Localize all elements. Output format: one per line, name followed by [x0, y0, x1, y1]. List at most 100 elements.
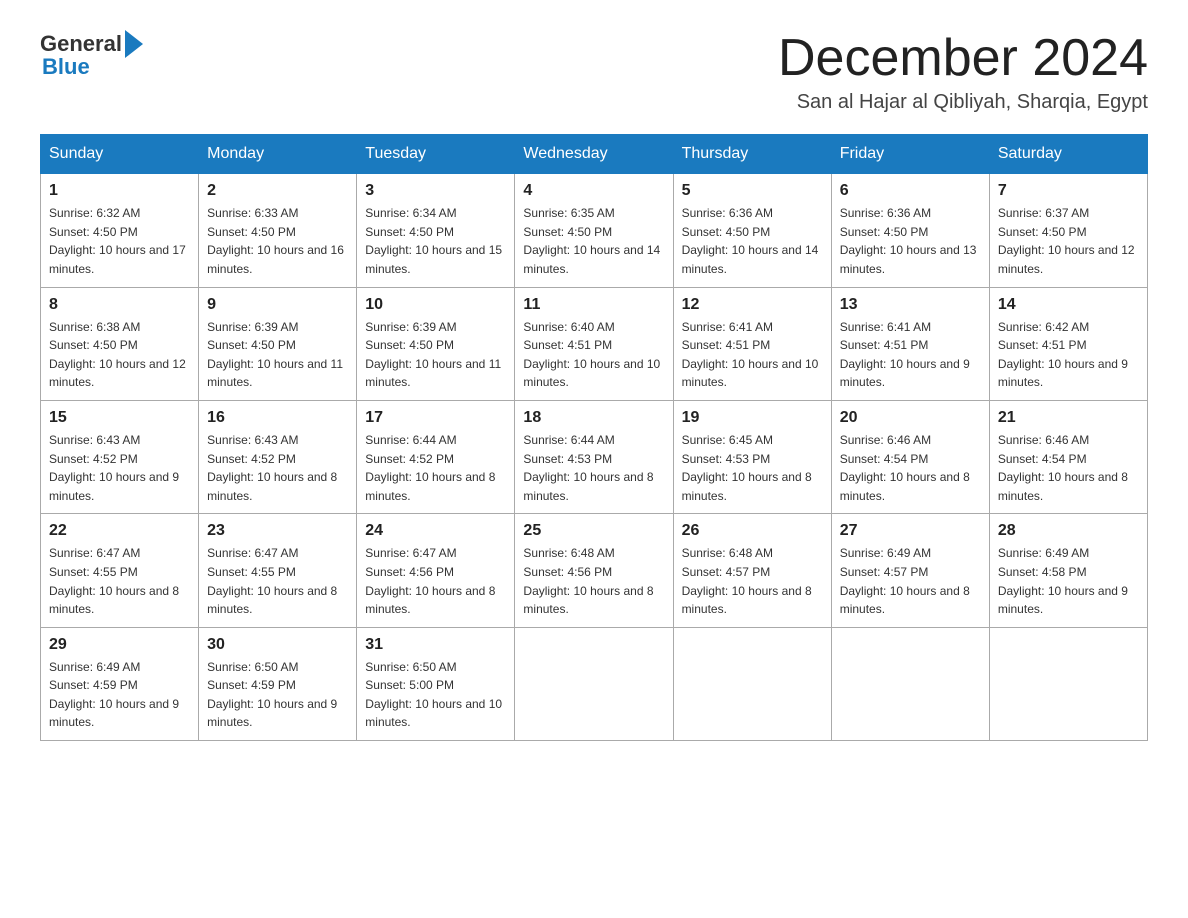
day-info: Sunrise: 6:41 AMSunset: 4:51 PMDaylight:…: [682, 318, 823, 392]
day-info: Sunrise: 6:36 AMSunset: 4:50 PMDaylight:…: [682, 204, 823, 278]
day-info: Sunrise: 6:39 AMSunset: 4:50 PMDaylight:…: [207, 318, 348, 392]
day-info: Sunrise: 6:47 AMSunset: 4:56 PMDaylight:…: [365, 544, 506, 618]
weekday-header-friday: Friday: [831, 135, 989, 174]
day-number: 4: [523, 182, 664, 200]
calendar-day-cell: 12 Sunrise: 6:41 AMSunset: 4:51 PMDayligh…: [673, 287, 831, 400]
calendar-table: SundayMondayTuesdayWednesdayThursdayFrid…: [40, 134, 1148, 741]
day-info: Sunrise: 6:45 AMSunset: 4:53 PMDaylight:…: [682, 431, 823, 505]
calendar-week-row: 29 Sunrise: 6:49 AMSunset: 4:59 PMDayligh…: [41, 627, 1148, 740]
day-number: 19: [682, 409, 823, 427]
location-title: San al Hajar al Qibliyah, Sharqia, Egypt: [778, 91, 1148, 114]
day-info: Sunrise: 6:49 AMSunset: 4:58 PMDaylight:…: [998, 544, 1139, 618]
calendar-day-cell: 27 Sunrise: 6:49 AMSunset: 4:57 PMDayligh…: [831, 514, 989, 627]
calendar-week-row: 1 Sunrise: 6:32 AMSunset: 4:50 PMDaylight…: [41, 174, 1148, 287]
calendar-day-cell: 3Sunrise: 6:34 AMSunset: 4:50 PMDaylight…: [357, 174, 515, 287]
day-info: Sunrise: 6:47 AMSunset: 4:55 PMDaylight:…: [207, 544, 348, 618]
calendar-day-cell: 5 Sunrise: 6:36 AMSunset: 4:50 PMDaylight…: [673, 174, 831, 287]
day-info: Sunrise: 6:43 AMSunset: 4:52 PMDaylight:…: [207, 431, 348, 505]
day-number: 22: [49, 522, 190, 540]
weekday-header-thursday: Thursday: [673, 135, 831, 174]
calendar-day-cell: 14Sunrise: 6:42 AMSunset: 4:51 PMDayligh…: [989, 287, 1147, 400]
day-number: 11: [523, 296, 664, 314]
day-info: Sunrise: 6:43 AMSunset: 4:52 PMDaylight:…: [49, 431, 190, 505]
calendar-day-cell: 21 Sunrise: 6:46 AMSunset: 4:54 PMDayligh…: [989, 400, 1147, 513]
calendar-day-cell: 28Sunrise: 6:49 AMSunset: 4:58 PMDayligh…: [989, 514, 1147, 627]
day-info: Sunrise: 6:48 AMSunset: 4:56 PMDaylight:…: [523, 544, 664, 618]
calendar-day-cell: 11 Sunrise: 6:40 AMSunset: 4:51 PMDayligh…: [515, 287, 673, 400]
day-number: 7: [998, 182, 1139, 200]
day-info: Sunrise: 6:33 AMSunset: 4:50 PMDaylight:…: [207, 204, 348, 278]
day-number: 12: [682, 296, 823, 314]
day-number: 6: [840, 182, 981, 200]
day-number: 18: [523, 409, 664, 427]
day-number: 13: [840, 296, 981, 314]
calendar-day-cell: 29 Sunrise: 6:49 AMSunset: 4:59 PMDayligh…: [41, 627, 199, 740]
weekday-header-saturday: Saturday: [989, 135, 1147, 174]
day-info: Sunrise: 6:50 AMSunset: 4:59 PMDaylight:…: [207, 658, 348, 732]
day-info: Sunrise: 6:32 AMSunset: 4:50 PMDaylight:…: [49, 204, 190, 278]
calendar-day-cell: 22 Sunrise: 6:47 AMSunset: 4:55 PMDayligh…: [41, 514, 199, 627]
calendar-day-cell: 8 Sunrise: 6:38 AMSunset: 4:50 PMDaylight…: [41, 287, 199, 400]
day-number: 30: [207, 636, 348, 654]
calendar-day-cell: 24 Sunrise: 6:47 AMSunset: 4:56 PMDayligh…: [357, 514, 515, 627]
day-number: 16: [207, 409, 348, 427]
day-number: 29: [49, 636, 190, 654]
day-info: Sunrise: 6:48 AMSunset: 4:57 PMDaylight:…: [682, 544, 823, 618]
weekday-header-monday: Monday: [199, 135, 357, 174]
weekday-header-wednesday: Wednesday: [515, 135, 673, 174]
day-number: 26: [682, 522, 823, 540]
month-title: December 2024: [778, 30, 1148, 87]
calendar-day-cell: 17Sunrise: 6:44 AMSunset: 4:52 PMDayligh…: [357, 400, 515, 513]
day-info: Sunrise: 6:44 AMSunset: 4:52 PMDaylight:…: [365, 431, 506, 505]
calendar-day-cell: 1 Sunrise: 6:32 AMSunset: 4:50 PMDaylight…: [41, 174, 199, 287]
day-number: 20: [840, 409, 981, 427]
page-header: General Blue December 2024 San al Hajar …: [40, 30, 1148, 114]
day-number: 27: [840, 522, 981, 540]
calendar-day-cell: 10Sunrise: 6:39 AMSunset: 4:50 PMDayligh…: [357, 287, 515, 400]
day-number: 23: [207, 522, 348, 540]
day-info: Sunrise: 6:50 AMSunset: 5:00 PMDaylight:…: [365, 658, 506, 732]
day-number: 5: [682, 182, 823, 200]
day-number: 1: [49, 182, 190, 200]
weekday-header-sunday: Sunday: [41, 135, 199, 174]
day-info: Sunrise: 6:46 AMSunset: 4:54 PMDaylight:…: [998, 431, 1139, 505]
day-info: Sunrise: 6:39 AMSunset: 4:50 PMDaylight:…: [365, 318, 506, 392]
calendar-day-cell: 15Sunrise: 6:43 AMSunset: 4:52 PMDayligh…: [41, 400, 199, 513]
day-info: Sunrise: 6:44 AMSunset: 4:53 PMDaylight:…: [523, 431, 664, 505]
calendar-day-cell: 26 Sunrise: 6:48 AMSunset: 4:57 PMDayligh…: [673, 514, 831, 627]
calendar-day-cell: 13Sunrise: 6:41 AMSunset: 4:51 PMDayligh…: [831, 287, 989, 400]
logo-blue-text: Blue: [40, 54, 90, 80]
calendar-day-cell: 31Sunrise: 6:50 AMSunset: 5:00 PMDayligh…: [357, 627, 515, 740]
day-info: Sunrise: 6:36 AMSunset: 4:50 PMDaylight:…: [840, 204, 981, 278]
day-number: 2: [207, 182, 348, 200]
title-section: December 2024 San al Hajar al Qibliyah, …: [778, 30, 1148, 114]
calendar-day-cell: 30 Sunrise: 6:50 AMSunset: 4:59 PMDayligh…: [199, 627, 357, 740]
calendar-day-cell: 4Sunrise: 6:35 AMSunset: 4:50 PMDaylight…: [515, 174, 673, 287]
day-info: Sunrise: 6:42 AMSunset: 4:51 PMDaylight:…: [998, 318, 1139, 392]
day-info: Sunrise: 6:49 AMSunset: 4:59 PMDaylight:…: [49, 658, 190, 732]
calendar-day-cell: 23 Sunrise: 6:47 AMSunset: 4:55 PMDayligh…: [199, 514, 357, 627]
day-info: Sunrise: 6:47 AMSunset: 4:55 PMDaylight:…: [49, 544, 190, 618]
calendar-day-cell: 9Sunrise: 6:39 AMSunset: 4:50 PMDaylight…: [199, 287, 357, 400]
calendar-day-cell: [673, 627, 831, 740]
day-info: Sunrise: 6:49 AMSunset: 4:57 PMDaylight:…: [840, 544, 981, 618]
logo-arrow-icon: [125, 30, 143, 58]
day-info: Sunrise: 6:46 AMSunset: 4:54 PMDaylight:…: [840, 431, 981, 505]
calendar-day-cell: [831, 627, 989, 740]
calendar-day-cell: 2 Sunrise: 6:33 AMSunset: 4:50 PMDaylight…: [199, 174, 357, 287]
logo: General Blue: [40, 30, 143, 80]
calendar-week-row: 8 Sunrise: 6:38 AMSunset: 4:50 PMDaylight…: [41, 287, 1148, 400]
day-info: Sunrise: 6:37 AMSunset: 4:50 PMDaylight:…: [998, 204, 1139, 278]
day-number: 8: [49, 296, 190, 314]
day-info: Sunrise: 6:38 AMSunset: 4:50 PMDaylight:…: [49, 318, 190, 392]
calendar-day-cell: 16 Sunrise: 6:43 AMSunset: 4:52 PMDayligh…: [199, 400, 357, 513]
calendar-day-cell: 19 Sunrise: 6:45 AMSunset: 4:53 PMDayligh…: [673, 400, 831, 513]
calendar-day-cell: 18 Sunrise: 6:44 AMSunset: 4:53 PMDayligh…: [515, 400, 673, 513]
day-info: Sunrise: 6:40 AMSunset: 4:51 PMDaylight:…: [523, 318, 664, 392]
calendar-day-cell: 20 Sunrise: 6:46 AMSunset: 4:54 PMDayligh…: [831, 400, 989, 513]
day-number: 24: [365, 522, 506, 540]
calendar-day-cell: [989, 627, 1147, 740]
calendar-week-row: 22 Sunrise: 6:47 AMSunset: 4:55 PMDayligh…: [41, 514, 1148, 627]
day-number: 21: [998, 409, 1139, 427]
day-info: Sunrise: 6:34 AMSunset: 4:50 PMDaylight:…: [365, 204, 506, 278]
